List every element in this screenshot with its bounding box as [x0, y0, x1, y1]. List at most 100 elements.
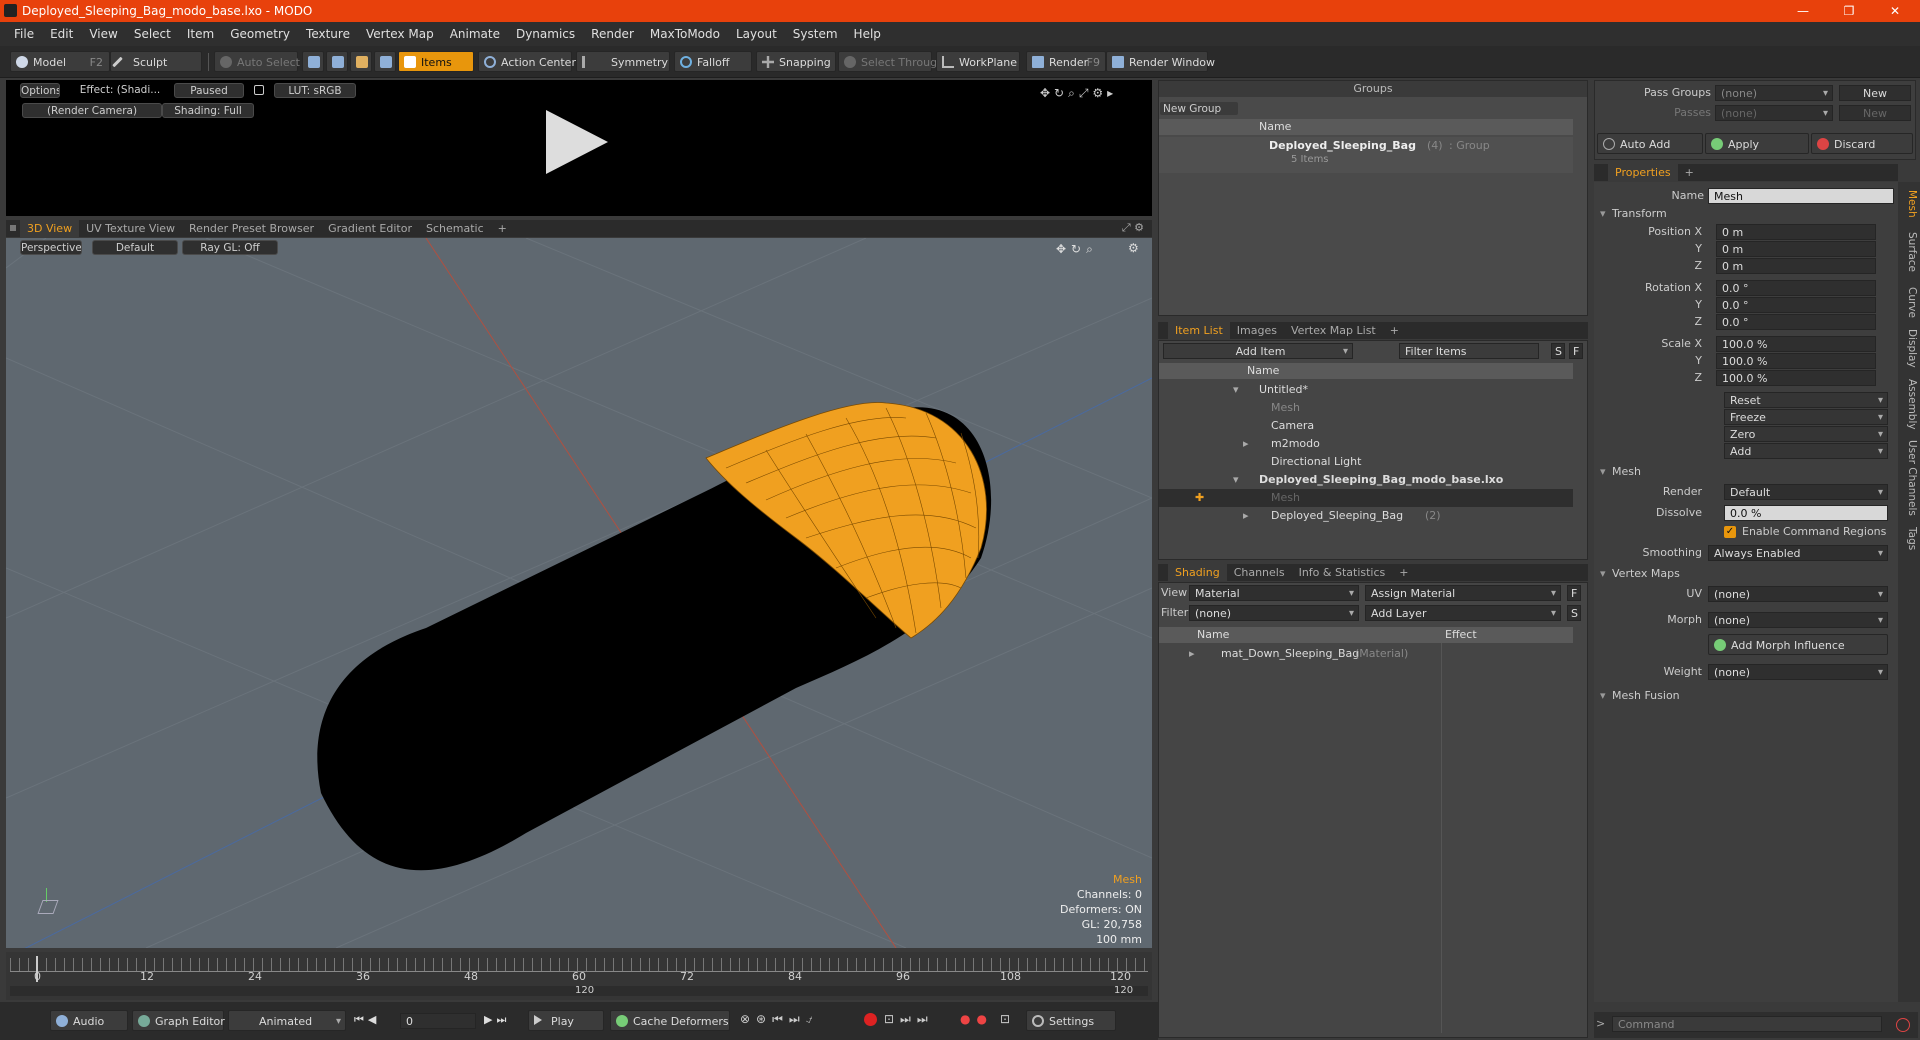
filter-dropdown[interactable]: (none): [1189, 605, 1359, 621]
add-tab-button[interactable]: +: [1392, 564, 1415, 581]
list-item[interactable]: Camera: [1159, 417, 1573, 435]
list-item[interactable]: Mesh: [1159, 399, 1573, 417]
scale-y-field[interactable]: 100.0 %: [1716, 353, 1876, 369]
scale-z-field[interactable]: 100.0 %: [1716, 370, 1876, 386]
preview-camera-dropdown[interactable]: (Render Camera): [22, 103, 162, 118]
falloff-button[interactable]: Falloff: [674, 51, 752, 72]
add-tab-button[interactable]: +: [1678, 164, 1701, 181]
cache-deformers-button[interactable]: Cache Deformers: [610, 1010, 730, 1031]
tab-uv-texture-view[interactable]: UV Texture View: [79, 220, 182, 237]
weight-dropdown[interactable]: (none): [1708, 664, 1888, 680]
menu-layout[interactable]: Layout: [728, 27, 785, 41]
filter-f-toggle[interactable]: F: [1569, 343, 1583, 359]
menu-select[interactable]: Select: [126, 27, 179, 41]
tab-3d-view[interactable]: 3D View: [20, 220, 80, 237]
side-tab-surface[interactable]: Surface: [1900, 228, 1918, 276]
menu-render[interactable]: Render: [583, 27, 642, 41]
play-preview-icon[interactable]: [546, 110, 608, 174]
tab-images[interactable]: Images: [1230, 322, 1284, 339]
key-nav-icons[interactable]: ⊡⏭⏭: [884, 1012, 934, 1027]
preview-shading-dropdown[interactable]: Shading: Full: [162, 103, 254, 118]
position-z-field[interactable]: 0 m: [1716, 258, 1876, 274]
rotation-z-field[interactable]: 0.0 °: [1716, 314, 1876, 330]
filter-s-toggle[interactable]: S: [1551, 343, 1565, 359]
dissolve-field[interactable]: 0.0 %: [1724, 505, 1888, 521]
side-tab-curve[interactable]: Curve: [1900, 282, 1918, 322]
shading-f-toggle[interactable]: F: [1567, 585, 1581, 601]
freeze-dropdown[interactable]: Freeze: [1724, 409, 1888, 425]
add-item-dropdown[interactable]: Add Item: [1163, 343, 1353, 359]
viewport-nav-icons[interactable]: ✥↻⌕: [1056, 242, 1098, 257]
filter-items-field[interactable]: Filter Items: [1399, 343, 1539, 359]
new-pass-button[interactable]: New: [1839, 105, 1911, 121]
vertex-mode-button[interactable]: [302, 51, 324, 72]
menu-file[interactable]: File: [6, 27, 42, 41]
frame-field[interactable]: 0: [400, 1013, 476, 1029]
raygl-dropdown[interactable]: Ray GL: Off: [182, 240, 278, 255]
add-morph-influence-button[interactable]: Add Morph Influence: [1708, 634, 1888, 655]
audio-button[interactable]: Audio: [50, 1010, 128, 1031]
menu-item[interactable]: Item: [179, 27, 222, 41]
material-mode-button[interactable]: [374, 51, 396, 72]
reset-dropdown[interactable]: Reset: [1724, 392, 1888, 408]
preview-lut-dropdown[interactable]: LUT: sRGB: [274, 83, 356, 98]
menu-maxtomodo[interactable]: MaxToModo: [642, 27, 728, 41]
sculpt-button[interactable]: Sculpt: [110, 51, 202, 72]
enable-command-regions-checkbox[interactable]: ✓: [1724, 526, 1736, 538]
tab-schematic[interactable]: Schematic: [419, 220, 491, 237]
stop-command-icon[interactable]: [1896, 1018, 1910, 1032]
menu-view[interactable]: View: [81, 27, 125, 41]
polygon-mode-button[interactable]: [350, 51, 372, 72]
side-tab-assembly[interactable]: Assembly: [1900, 376, 1918, 432]
range-bar[interactable]: 120 120: [10, 986, 1148, 996]
model-button[interactable]: Model F2: [10, 51, 110, 72]
list-item[interactable]: ▾ Untitled*: [1159, 381, 1573, 399]
position-y-field[interactable]: 0 m: [1716, 241, 1876, 257]
mesh-section[interactable]: Mesh: [1594, 464, 1641, 480]
menu-texture[interactable]: Texture: [298, 27, 358, 41]
tab-item-list[interactable]: Item List: [1168, 322, 1230, 339]
tab-render-preset-browser[interactable]: Render Preset Browser: [182, 220, 321, 237]
tab-properties[interactable]: Properties: [1608, 164, 1678, 181]
preview-nav-icons[interactable]: ✥↻⌕⤢⚙▸: [1040, 86, 1117, 101]
action-center-button[interactable]: Action Center: [478, 51, 576, 72]
preview-options-button[interactable]: Options: [20, 83, 60, 98]
passes-dropdown[interactable]: (none): [1715, 105, 1833, 121]
list-item[interactable]: Directional Light: [1159, 453, 1573, 471]
side-tab-user-channels[interactable]: User Channels: [1900, 438, 1918, 518]
lock-icon[interactable]: [254, 85, 264, 95]
jump-start-icons[interactable]: ⏮◀: [354, 1013, 380, 1027]
select-through-button[interactable]: Select Through: [838, 51, 944, 72]
command-input[interactable]: Command: [1612, 1016, 1882, 1032]
new-group-button[interactable]: New Group: [1159, 101, 1239, 116]
assign-material-dropdown[interactable]: Assign Material: [1365, 585, 1561, 601]
group-row[interactable]: Deployed_Sleeping_Bag (4) : Group 5 Item…: [1159, 137, 1573, 173]
list-item[interactable]: ▾ Deployed_Sleeping_Bag_modo_base.lxo: [1159, 471, 1573, 489]
position-x-field[interactable]: 0 m: [1716, 224, 1876, 240]
timeline[interactable]: 0 12 24 36 48 60 72 84 96 108 120 120 12…: [6, 952, 1152, 1000]
uv-dropdown[interactable]: (none): [1708, 586, 1888, 602]
edge-mode-button[interactable]: [326, 51, 348, 72]
name-field[interactable]: Mesh: [1708, 188, 1894, 204]
menu-edit[interactable]: Edit: [42, 27, 81, 41]
minimize-icon[interactable]: —: [1780, 0, 1826, 22]
jump-end-icons[interactable]: ▶⏭: [484, 1013, 510, 1027]
add-dropdown[interactable]: Add: [1724, 443, 1888, 459]
discard-button[interactable]: Discard: [1811, 133, 1913, 154]
render-window-button[interactable]: Render Window: [1106, 51, 1215, 72]
list-item-selected[interactable]: ✚ Mesh: [1159, 489, 1573, 507]
preview-effect-dropdown[interactable]: Effect: (Shadi...: [74, 83, 166, 98]
shading-style-dropdown[interactable]: Default: [92, 240, 178, 255]
transform-section[interactable]: Transform: [1594, 206, 1667, 222]
side-tab-mesh[interactable]: Mesh: [1900, 186, 1918, 222]
expand-gear-icon[interactable]: ⤢ ⚙: [1122, 221, 1144, 235]
vertex-maps-section[interactable]: Vertex Maps: [1594, 566, 1680, 582]
menu-vertex-map[interactable]: Vertex Map: [358, 27, 442, 41]
smoothing-dropdown[interactable]: Always Enabled: [1708, 545, 1888, 561]
tab-info-statistics[interactable]: Info & Statistics: [1292, 564, 1393, 581]
add-tab-button[interactable]: +: [1383, 322, 1406, 339]
new-pass-group-button[interactable]: New: [1839, 85, 1911, 101]
close-icon[interactable]: ✕: [1872, 0, 1918, 22]
auto-add-button[interactable]: Auto Add: [1597, 133, 1703, 154]
view-dropdown[interactable]: Material: [1189, 585, 1359, 601]
